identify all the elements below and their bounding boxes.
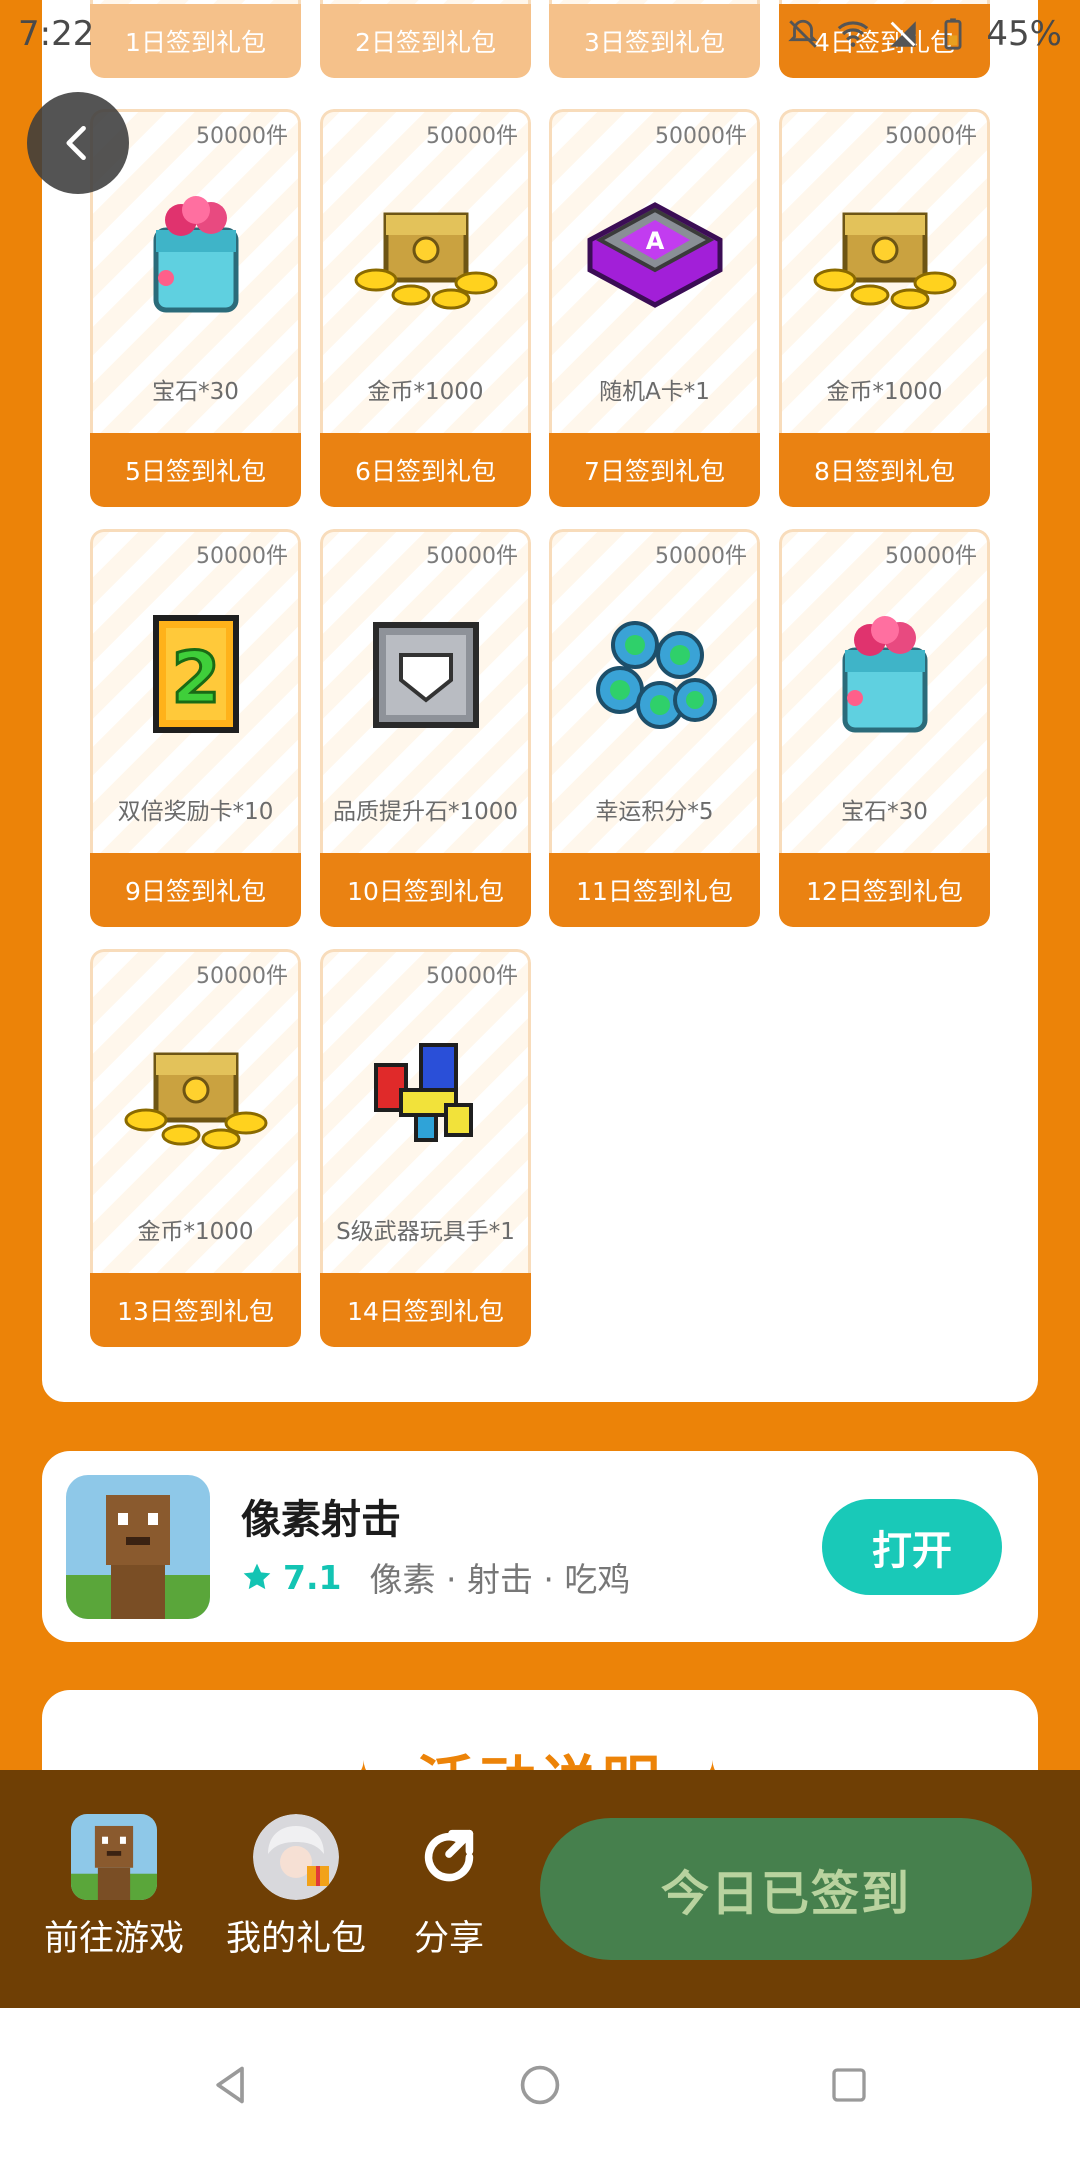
gift-name: 金币*1000: [137, 1219, 254, 1245]
avatar: [253, 1814, 339, 1900]
gift-name: 幸运积分*5: [595, 799, 714, 825]
upgrade-stone-icon: [351, 600, 501, 750]
my-gifts-label: 我的礼包: [226, 1919, 367, 1959]
gold-chest-icon: [810, 180, 960, 330]
game-meta: 7.1 像素 · 射击 · 吃鸡: [241, 1553, 630, 1601]
gift-card-day10[interactable]: 50000件 品质提升石*1000 10日签到礼包: [320, 529, 531, 927]
share-icon: [406, 1814, 492, 1900]
gift-name: 金币*1000: [367, 379, 484, 405]
svg-text:A: A: [645, 227, 664, 255]
gift-name: 金币*1000: [826, 379, 943, 405]
gift-day-label: 3日签到礼包: [549, 4, 760, 78]
nav-back-icon[interactable]: [206, 2060, 256, 2110]
gift-day-label: 7日签到礼包: [549, 433, 760, 507]
weapon-toy-icon: [351, 1020, 501, 1170]
game-rating: 7.1: [283, 1557, 342, 1597]
stock-count: 50000件: [196, 964, 288, 989]
gift-card-day2[interactable]: 2日签到礼包: [320, 0, 531, 78]
gift-day-label: 2日签到礼包: [320, 4, 531, 78]
checked-in-button[interactable]: 今日已签到: [540, 1818, 1032, 1960]
game-icon: [71, 1814, 157, 1900]
stock-count: 50000件: [885, 544, 977, 569]
gold-chest-icon: [351, 180, 501, 330]
gift-day-label: 1日签到礼包: [90, 4, 301, 78]
star-icon: [243, 1563, 271, 1590]
gift-day-label: 6日签到礼包: [320, 433, 531, 507]
status-time: 7:22: [18, 14, 95, 54]
no-signal-icon: [890, 21, 917, 47]
go-game-label: 前往游戏: [44, 1919, 185, 1959]
gift-name: 宝石*30: [841, 799, 928, 825]
nav-home-icon[interactable]: [515, 2060, 565, 2110]
stock-count: 50000件: [885, 124, 977, 149]
gift-day-label: 13日签到礼包: [90, 1273, 301, 1347]
notifications-off-icon: [788, 19, 819, 48]
game-card: 像素射击 7.1 像素 · 射击 · 吃鸡 打开: [42, 1451, 1038, 1642]
game-title: 像素射击: [241, 1497, 401, 1543]
go-game-button[interactable]: 前往游戏: [44, 1814, 184, 1961]
gift-card-day13[interactable]: 50000件 金币*1000 13日签到礼包: [90, 949, 301, 1347]
gift-card-day8[interactable]: 50000件 金币*1000 8日签到礼包: [779, 109, 990, 507]
svg-text:2: 2: [171, 637, 220, 719]
gift-card-day12[interactable]: 50000件 宝石*30 12日签到礼包: [779, 529, 990, 927]
gift-name: 双倍奖励卡*10: [117, 799, 274, 825]
battery-icon: [944, 18, 962, 50]
stock-count: 50000件: [426, 544, 518, 569]
stock-count: 50000件: [426, 124, 518, 149]
gift-card-day14[interactable]: 50000件 S级武器玩具手*1 14日签到礼包: [320, 949, 531, 1347]
gift-day-label: 14日签到礼包: [320, 1273, 531, 1347]
gift-day-label: 8日签到礼包: [779, 433, 990, 507]
gift-card-day6[interactable]: 50000件 金币*1000 6日签到礼包: [320, 109, 531, 507]
stock-count: 50000件: [196, 124, 288, 149]
bottom-action-bar: 前往游戏 我的礼包 分享 今日已签到: [0, 1770, 1080, 2008]
battery-percent: 45%: [986, 14, 1062, 54]
gift-name: 宝石*30: [152, 379, 239, 405]
gift-day-label: 9日签到礼包: [90, 853, 301, 927]
system-nav-bar: [0, 2008, 1080, 2160]
my-gifts-button[interactable]: 我的礼包: [226, 1814, 366, 1961]
gift-name: S级武器玩具手*1: [336, 1219, 515, 1245]
nav-recents-icon[interactable]: [824, 2060, 874, 2110]
stock-count: 50000件: [655, 544, 747, 569]
checkin-gift-card: 1日签到礼包 2日签到礼包 3日签到礼包 4日签到礼包 50000件 宝石*30…: [42, 0, 1038, 1402]
stock-count: 50000件: [655, 124, 747, 149]
share-button[interactable]: 分享: [406, 1814, 492, 1961]
gem-box-icon: [810, 600, 960, 750]
gift-day-label: 10日签到礼包: [320, 853, 531, 927]
gem-box-icon: [121, 180, 271, 330]
gift-day-label: 5日签到礼包: [90, 433, 301, 507]
gift-card-day7[interactable]: 50000件 A 随机A卡*1 7日签到礼包: [549, 109, 760, 507]
gift-name: 品质提升石*1000: [332, 799, 519, 825]
open-game-button[interactable]: 打开: [822, 1499, 1002, 1595]
game-icon[interactable]: [66, 1475, 210, 1619]
gift-day-label: 11日签到礼包: [549, 853, 760, 927]
gift-day-label: 12日签到礼包: [779, 853, 990, 927]
double-card-icon: 2: [121, 600, 271, 750]
stock-count: 50000件: [196, 544, 288, 569]
stock-count: 50000件: [426, 964, 518, 989]
clover-coin-icon: [580, 600, 730, 750]
back-button[interactable]: [27, 92, 129, 194]
status-icons: 45%: [786, 14, 1062, 54]
gift-card-day11[interactable]: 50000件 幸运积分*5 11日签到礼包: [549, 529, 760, 927]
gift-card-day9[interactable]: 50000件 2 双倍奖励卡*10 9日签到礼包: [90, 529, 301, 927]
share-label: 分享: [413, 1919, 484, 1959]
gold-chest-icon: [121, 1020, 271, 1170]
wifi-icon: [838, 21, 869, 47]
gift-card-day1[interactable]: 1日签到礼包: [90, 0, 301, 78]
a-card-icon: A: [580, 180, 730, 330]
game-tags: 像素 · 射击 · 吃鸡: [369, 1560, 631, 1599]
gift-card-day3[interactable]: 3日签到礼包: [549, 0, 760, 78]
chevron-left-icon: [66, 125, 86, 161]
gift-name: 随机A卡*1: [599, 379, 710, 405]
